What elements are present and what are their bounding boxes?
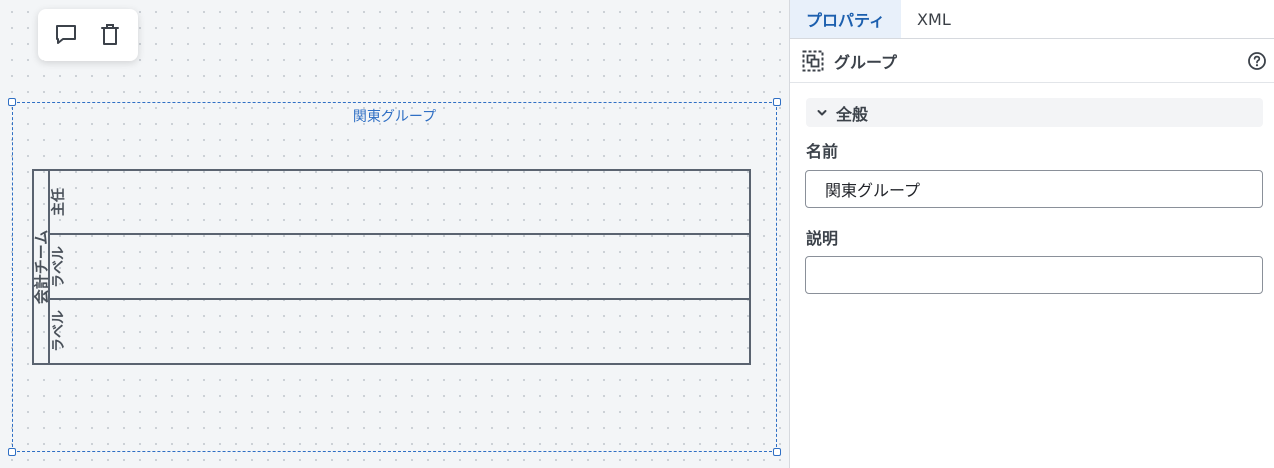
description-field-label: 説明 bbox=[806, 229, 839, 248]
lane-header: ラベル bbox=[50, 235, 67, 298]
properties-panel: プロパティ XML グループ bbox=[789, 0, 1274, 468]
element-type-title: グループ bbox=[834, 52, 898, 72]
resize-handle-bottom-left[interactable] bbox=[8, 448, 16, 456]
resize-handle-bottom-right[interactable] bbox=[773, 448, 781, 456]
lane-header: 主任 bbox=[50, 171, 67, 233]
lane-label: 主任 bbox=[51, 188, 67, 216]
description-input[interactable] bbox=[805, 256, 1263, 294]
tab-xml[interactable]: XML bbox=[901, 0, 967, 38]
pool-shape[interactable]: 会計チーム 主任 ラベル ラベル bbox=[32, 169, 751, 365]
add-comment-button[interactable] bbox=[50, 19, 82, 51]
lane-header: ラベル bbox=[50, 300, 67, 363]
help-circle-icon[interactable] bbox=[1247, 51, 1267, 71]
speech-bubble-icon bbox=[56, 25, 76, 44]
resize-handle-top-left[interactable] bbox=[8, 98, 16, 106]
delete-button[interactable] bbox=[94, 19, 126, 51]
element-header: グループ bbox=[790, 39, 1274, 83]
group-label[interactable]: 関東グループ bbox=[13, 106, 776, 126]
diagram-canvas[interactable]: 関東グループ 会計チーム 主任 ラベル ラベル bbox=[0, 0, 789, 468]
section-title: 全般 bbox=[836, 104, 869, 124]
lane[interactable]: ラベル bbox=[50, 235, 749, 300]
tab-properties[interactable]: プロパティ bbox=[790, 0, 902, 38]
lane-label: ラベル bbox=[51, 246, 67, 288]
resize-handle-top-right[interactable] bbox=[773, 98, 781, 106]
group-icon bbox=[802, 50, 824, 71]
section-general-header[interactable]: 全般 bbox=[806, 98, 1263, 127]
panel-tabs: プロパティ XML bbox=[790, 0, 1274, 39]
name-input[interactable] bbox=[805, 170, 1263, 208]
name-field-label: 名前 bbox=[806, 142, 839, 161]
lane[interactable]: 主任 bbox=[50, 171, 749, 235]
chevron-down-icon bbox=[817, 109, 827, 115]
lane[interactable]: ラベル bbox=[50, 300, 749, 363]
context-toolbar bbox=[38, 9, 138, 61]
lane-label: ラベル bbox=[51, 310, 67, 352]
trash-icon bbox=[101, 24, 119, 45]
